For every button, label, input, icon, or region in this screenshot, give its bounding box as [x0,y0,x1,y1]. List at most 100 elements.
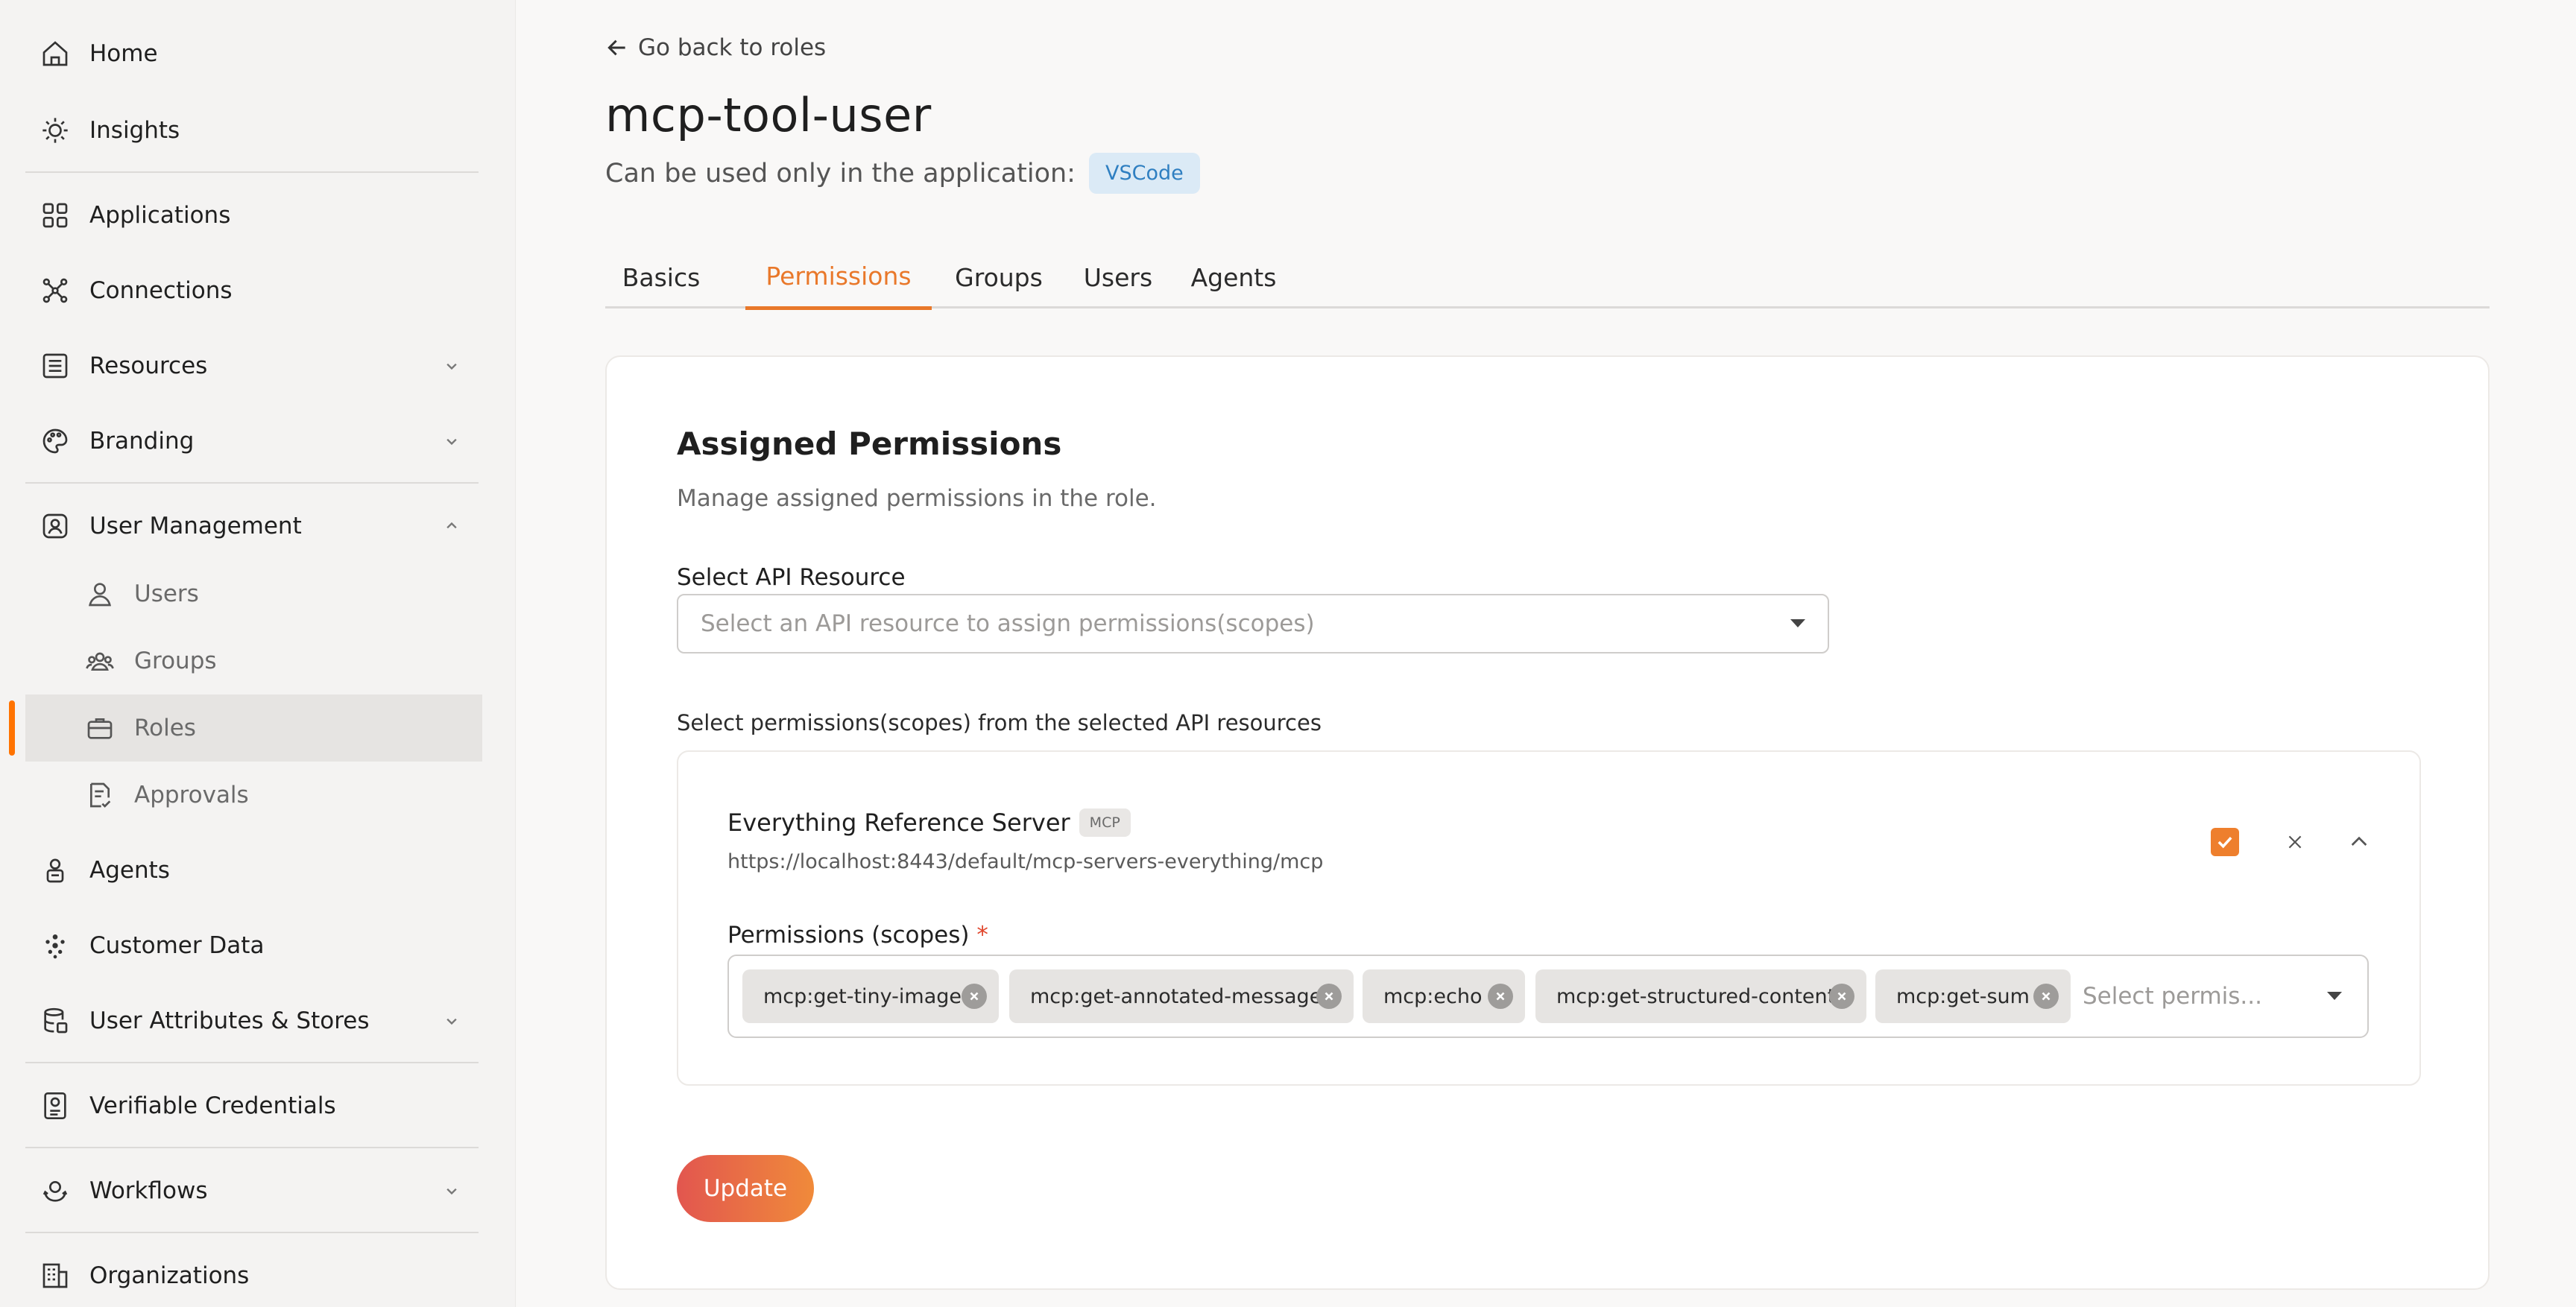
sidebar-item-groups[interactable]: Groups [25,631,482,691]
page-subtitle: Can be used only in the application: VSC… [605,153,1200,194]
user-icon [83,577,116,610]
sidebar-item-label: Users [134,580,199,607]
dropdown-arrow-icon [1790,619,1805,627]
remove-scope-icon[interactable] [962,984,987,1009]
workflow-icon [39,1174,72,1207]
sidebar-item-branding[interactable]: Branding [25,411,482,471]
scope-chip-label: mcp:echo [1383,984,1483,1008]
scope-chip: mcp:echo [1363,969,1525,1023]
agent-icon [39,854,72,887]
sidebar-item-label: Customer Data [89,932,265,959]
scope-chip: mcp:get-annotated-message [1009,969,1354,1023]
tab-agents[interactable]: Agents [1170,246,1297,308]
remove-scope-icon[interactable] [1488,984,1513,1009]
api-resource-select[interactable]: Select an API resource to assign permiss… [677,594,1829,654]
page-title: mcp-tool-user [605,88,932,142]
sidebar-item-label: Approvals [134,782,249,808]
scopes-multiselect[interactable]: mcp:get-tiny-image mcp:get-annotated-mes… [727,955,2369,1038]
remove-scope-icon[interactable] [1829,984,1854,1009]
tab-users[interactable]: Users [1066,246,1170,308]
back-link-label: Go back to roles [638,34,827,61]
sidebar-item-label: Connections [89,277,233,304]
section-description: Manage assigned permissions in the role. [677,485,1157,512]
main-content: Go back to roles mcp-tool-user Can be us… [516,0,2576,1307]
tab-bar: Basics Permissions Groups Users Agents [605,246,2490,310]
sidebar-item-customer-data[interactable]: Customer Data [25,916,482,975]
chevron-up-icon [2351,836,2367,846]
permissions-card: Assigned Permissions Manage assigned per… [605,355,2490,1290]
scopes-placeholder[interactable]: Select permis... [2083,983,2262,1010]
resource-name: Everything Reference Server MCP [727,808,1131,837]
sidebar-item-connections[interactable]: Connections [25,261,482,320]
permissions-label-text: Permissions (scopes) [727,922,970,949]
sidebar-item-approvals[interactable]: Approvals [25,765,482,825]
tab-groups[interactable]: Groups [932,246,1066,308]
sidebar-item-agents[interactable]: Agents [25,841,482,900]
permissions-field-label: Permissions (scopes) * [727,922,988,949]
resource-url: https://localhost:8443/default/mcp-serve… [727,850,1324,873]
application-badge[interactable]: VSCode [1088,153,1200,194]
chevron-down-icon[interactable] [441,1180,462,1201]
back-link[interactable]: Go back to roles [605,34,826,61]
sidebar-item-organizations[interactable]: Organizations [25,1246,482,1306]
sidebar-item-insights[interactable]: Insights [25,101,482,160]
remove-scope-icon[interactable] [2033,984,2059,1009]
sidebar-item-verifiable-credentials[interactable]: Verifiable Credentials [25,1076,482,1136]
sidebar-item-label: Agents [89,857,170,884]
arrow-left-icon [607,39,625,56]
sidebar-item-label: User Management [89,513,302,539]
dropdown-arrow-icon[interactable] [2327,992,2342,1000]
api-resource-label: Select API Resource [677,564,906,591]
chevron-down-icon[interactable] [441,355,462,376]
checkmark-icon [2217,836,2232,849]
grid-icon [39,199,72,232]
database-icon [39,1004,72,1037]
sidebar-item-resources[interactable]: Resources [25,336,482,396]
palette-icon [39,425,72,458]
sidebar-item-user-attributes-stores[interactable]: User Attributes & Stores [25,991,482,1051]
sidebar-item-label: Insights [89,117,180,144]
close-icon [2288,835,2302,849]
scope-chip-label: mcp:get-annotated-message [1030,984,1322,1008]
api-resource-panel: Everything Reference Server MCP https://… [677,750,2421,1086]
user-badge-icon [39,510,72,542]
scope-chip-label: mcp:get-tiny-image [763,984,962,1008]
sidebar-item-applications[interactable]: Applications [25,186,482,245]
subtitle-text: Can be used only in the application: [605,158,1076,189]
sidebar-item-home[interactable]: Home [25,24,482,83]
group-icon [83,645,116,677]
active-indicator [9,700,15,756]
sidebar-item-label: Groups [134,648,217,674]
list-icon [39,349,72,382]
chevron-down-icon[interactable] [441,431,462,452]
sidebar: Home Insights Applications Connections R… [0,0,516,1307]
credential-icon [39,1089,72,1122]
scope-chip: mcp:get-sum [1875,969,2071,1023]
required-marker: * [976,922,988,949]
update-button[interactable]: Update [677,1155,814,1222]
tab-permissions[interactable]: Permissions [745,246,932,310]
sidebar-item-workflows[interactable]: Workflows [25,1161,482,1221]
tab-basics[interactable]: Basics [605,246,717,308]
chevron-down-icon[interactable] [441,1010,462,1031]
collapse-resource-button[interactable] [2346,829,2372,855]
remove-scope-icon[interactable] [1316,984,1342,1009]
sidebar-item-label: User Attributes & Stores [89,1007,370,1034]
sidebar-divider [25,482,479,484]
remove-resource-button[interactable] [2282,829,2308,855]
chevron-up-icon[interactable] [441,516,462,537]
sidebar-item-roles[interactable]: Roles [25,694,482,762]
resource-type-tag: MCP [1079,808,1131,837]
sidebar-item-users[interactable]: Users [25,564,482,624]
sidebar-item-label: Verifiable Credentials [89,1092,336,1119]
sidebar-divider [25,1232,479,1233]
resource-name-text: Everything Reference Server [727,808,1070,837]
scope-chip-label: mcp:get-sum [1896,984,2030,1008]
sidebar-item-label: Branding [89,428,195,455]
sidebar-item-user-management[interactable]: User Management [25,496,482,556]
sidebar-divider [25,1147,479,1148]
sidebar-divider [25,1062,479,1063]
sidebar-item-label: Resources [89,352,208,379]
select-all-checkbox[interactable] [2211,828,2239,856]
building-icon [39,1259,72,1292]
